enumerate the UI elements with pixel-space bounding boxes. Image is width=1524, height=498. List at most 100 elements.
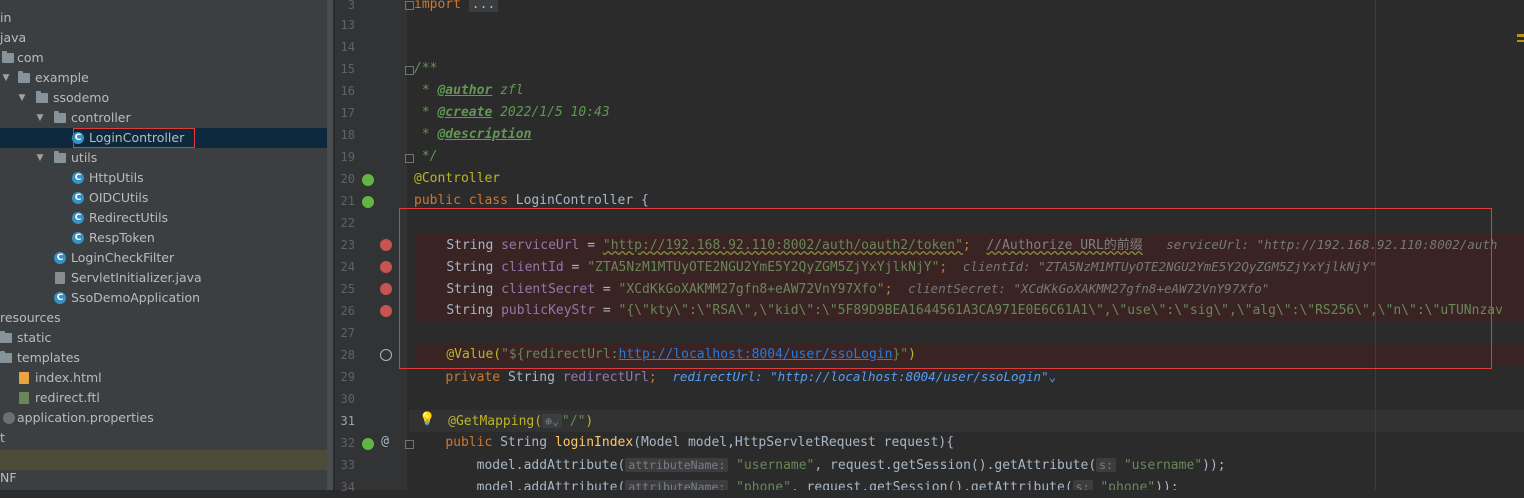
class-icon: C xyxy=(54,252,66,264)
code-line-18: * @description xyxy=(414,124,532,146)
string-literal: "phone" xyxy=(736,480,791,490)
tree-item-example[interactable]: ▼ example xyxy=(0,68,333,88)
semicolon: ; xyxy=(648,370,673,385)
tree-item-highlighted[interactable] xyxy=(0,450,333,470)
class-icon: C xyxy=(72,172,84,184)
tree-item-label: utils xyxy=(71,150,98,165)
spring-bean-icon[interactable] xyxy=(362,174,374,186)
method-call: )); xyxy=(1155,480,1179,490)
folded-imports[interactable]: ... xyxy=(468,0,499,12)
tree-item-in[interactable]: in xyxy=(0,8,333,28)
tree-item-index-html[interactable]: index.html xyxy=(0,368,333,388)
tree-item-label: index.html xyxy=(35,370,102,385)
tree-item-ssodemo[interactable]: ▼ ssodemo xyxy=(0,88,333,108)
tree-item-resptoken[interactable]: C RespToken xyxy=(0,228,333,248)
tree-item-utils[interactable]: ▼ utils xyxy=(0,148,333,168)
folder-icon xyxy=(54,111,66,123)
code-line-3: import ... xyxy=(414,0,499,16)
breakpoint-icon[interactable] xyxy=(380,261,392,273)
chevron-down-icon[interactable]: ▼ xyxy=(35,108,45,128)
chevron-down-icon[interactable]: ▼ xyxy=(35,148,45,168)
class-declaration: LoginController { xyxy=(515,193,649,208)
project-tree-panel[interactable]: in java com ▼ example ▼ ssodemo ▼ contro… xyxy=(0,0,333,490)
line-number: 23 xyxy=(340,238,355,252)
tree-item-com[interactable]: com xyxy=(0,48,333,68)
doc-comment: * xyxy=(414,105,438,120)
tree-item-label: HttpUtils xyxy=(89,170,144,185)
class-icon: C xyxy=(72,212,84,224)
breakpoint-icon[interactable] xyxy=(380,283,392,295)
tree-item-nf[interactable]: NF xyxy=(0,468,333,488)
chevron-down-icon[interactable]: ▼ xyxy=(17,88,27,108)
selection-highlight-box xyxy=(73,128,195,148)
annotation-highlight-box xyxy=(399,208,1492,369)
error-stripe-marker[interactable] xyxy=(1517,34,1524,37)
tree-item-label: RespToken xyxy=(89,230,155,245)
class-icon: C xyxy=(54,292,66,304)
line-number: 25 xyxy=(340,282,355,296)
ftl-file-icon xyxy=(19,392,29,404)
doc-tag: @description xyxy=(437,127,532,142)
editor-gutter[interactable]: 3 13 14 15 16 17 18 19 20 21 22 23 24 25… xyxy=(335,0,407,494)
tree-item-static[interactable]: static xyxy=(0,328,333,348)
line-number: 33 xyxy=(340,458,355,472)
parameter-hint: s: xyxy=(1096,458,1117,472)
tree-item-label: redirect.ftl xyxy=(35,390,100,405)
line-number: 29 xyxy=(340,370,355,384)
tree-item-ssodemoapplication[interactable]: C SsoDemoApplication xyxy=(0,288,333,308)
breakpoint-icon[interactable] xyxy=(380,305,392,317)
code-line-19: */ xyxy=(414,146,438,168)
tree-item-label: NF xyxy=(0,470,17,485)
folder-icon xyxy=(18,71,30,83)
keyword: import xyxy=(414,0,461,12)
globe-icon[interactable]: ⊕⌄ xyxy=(542,414,562,428)
chevron-down-icon[interactable]: ⌄ xyxy=(1049,369,1057,384)
tree-item-redirect-ftl[interactable]: redirect.ftl xyxy=(0,388,333,408)
doc-comment: /** xyxy=(414,61,438,76)
chevron-down-icon[interactable]: ▼ xyxy=(1,68,11,88)
tree-item-label: resources xyxy=(0,310,61,325)
method-call: , request.getSession().getAttribute( xyxy=(790,480,1073,490)
spring-bean-icon[interactable] xyxy=(362,196,374,208)
disabled-breakpoint-icon[interactable] xyxy=(380,349,392,361)
method-call: model.addAttribute( xyxy=(476,458,626,473)
tree-item-controller[interactable]: ▼ controller xyxy=(0,108,333,128)
tree-item-application-properties[interactable]: application.properties xyxy=(0,408,333,428)
method-params: (Model model,HttpServletRequest request)… xyxy=(633,435,955,450)
method-call: )); xyxy=(1202,458,1226,473)
tree-item-oidcutils[interactable]: C OIDCUtils xyxy=(0,188,333,208)
parameter-hint: s: xyxy=(1072,480,1093,490)
lightbulb-icon[interactable]: 💡 xyxy=(419,409,435,431)
tree-item-t[interactable]: t xyxy=(0,428,333,448)
annotation: @GetMapping( xyxy=(448,414,543,429)
string-literal: "phone" xyxy=(1100,480,1156,490)
annotation: @Controller xyxy=(414,171,501,186)
breakpoint-icon[interactable] xyxy=(380,239,392,251)
keyword: private xyxy=(445,370,508,385)
tree-item-redirectutils[interactable]: C RedirectUtils xyxy=(0,208,333,228)
tree-item-java[interactable]: java xyxy=(0,28,333,48)
annotation: ) xyxy=(585,414,594,429)
spring-mapping-icon[interactable] xyxy=(362,438,374,450)
tree-item-logincheckfilter[interactable]: C LoginCheckFilter xyxy=(0,248,333,268)
tree-item-label: java xyxy=(0,30,27,45)
doc-comment: * xyxy=(414,83,438,98)
tree-item-resources[interactable]: resources xyxy=(0,308,333,328)
code-line-32: public String loginIndex(Model model,Htt… xyxy=(414,432,954,454)
line-number: 31 xyxy=(340,414,355,428)
tree-item-templates[interactable]: templates xyxy=(0,348,333,368)
code-line-15: /** xyxy=(414,58,437,80)
at-sign-icon[interactable]: @ xyxy=(379,435,391,448)
error-stripe-marker[interactable] xyxy=(1517,40,1524,42)
tree-scrollbar[interactable] xyxy=(327,0,333,490)
type: String xyxy=(500,435,555,450)
keyword: public class xyxy=(414,193,516,208)
tree-item-httputils[interactable]: C HttpUtils xyxy=(0,168,333,188)
line-number: 26 xyxy=(340,304,355,318)
tree-item-label: LoginCheckFilter xyxy=(71,250,175,265)
code-line-29: private String redirectUrl; redirectUrl:… xyxy=(414,366,1056,388)
keyword: public xyxy=(445,435,501,450)
tree-item-servletinitializer[interactable]: ServletInitializer.java xyxy=(0,268,333,288)
doc-comment: * xyxy=(414,127,438,142)
folder-icon xyxy=(0,331,12,343)
